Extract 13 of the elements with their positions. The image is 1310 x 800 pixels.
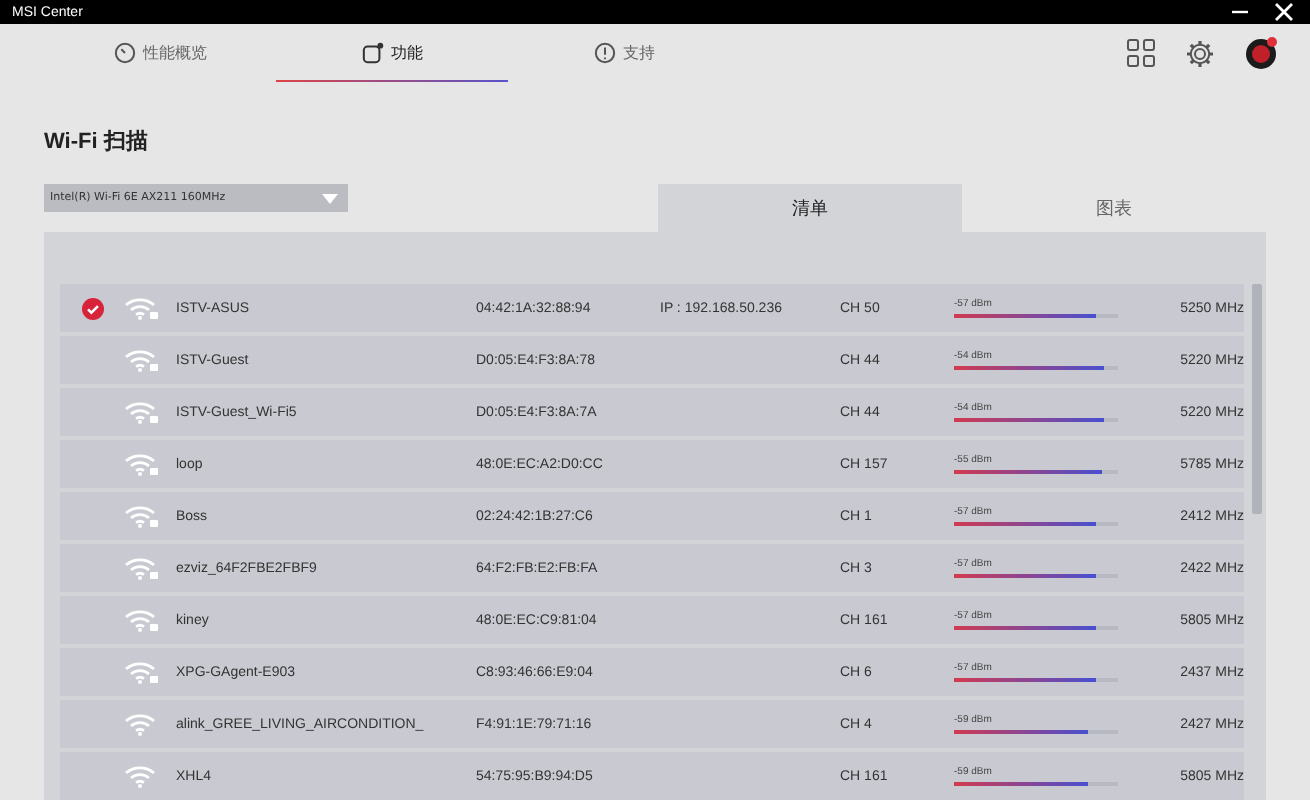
info-icon [593,41,615,64]
caret-icon [322,193,338,203]
settings-icon[interactable] [1184,37,1216,70]
gauge-icon [113,41,135,64]
nav-tab[interactable]: 功能 [276,24,508,82]
page-title: Wi-Fi 扫描 [44,127,150,156]
grid-icon[interactable] [1126,38,1156,69]
view-tab[interactable]: 清单 [658,184,962,232]
close-icon[interactable] [1274,2,1294,23]
avatar-icon[interactable] [1244,36,1278,71]
nav-tab[interactable]: 支持 [508,24,740,82]
nav-tab[interactable]: 性能概览 [44,24,276,82]
scrollbar-thumb[interactable] [1252,284,1262,514]
